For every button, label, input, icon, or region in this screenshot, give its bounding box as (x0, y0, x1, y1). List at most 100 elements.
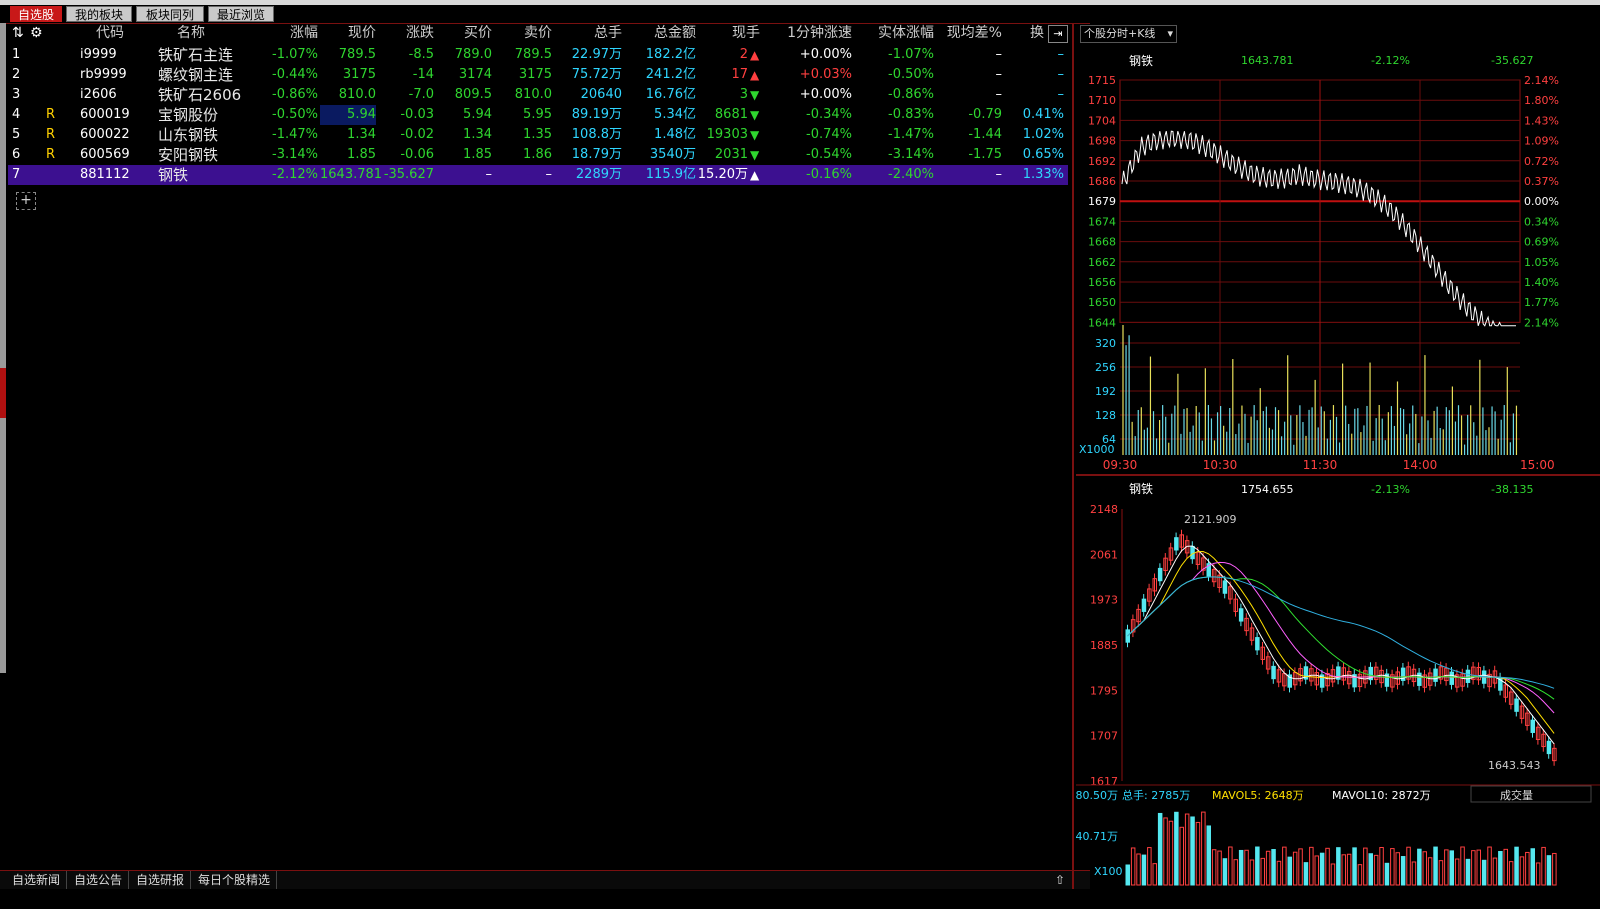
price-tick-right: 1.77% (1524, 296, 1559, 309)
tab-zixuan[interactable]: 自选股 (10, 6, 62, 22)
table-row[interactable]: 2 rb9999 螺纹钢主连 -0.44% 3175 -14 3174 3175 75.72万 2… (8, 65, 1068, 85)
kvol-bar (1179, 826, 1184, 886)
price-tick-right: 0.37% (1524, 175, 1559, 188)
expand-icon[interactable]: ⇥ (1048, 25, 1068, 43)
kvol-bar (1368, 853, 1373, 886)
kvol-bar (1422, 851, 1427, 886)
kline-name: 钢铁 (1129, 482, 1153, 496)
col-chg[interactable]: 涨跌 (378, 23, 434, 43)
row-cur: 17 (731, 67, 748, 82)
row-bid: 3174 (458, 67, 492, 82)
time-tick: 15:00 (1520, 458, 1555, 472)
price-tick-left: 1692 (1088, 155, 1116, 168)
kvol-bar (1136, 853, 1141, 886)
sort-icon[interactable]: ⇅ (12, 23, 28, 43)
kvol-bar (1525, 851, 1530, 886)
col-code[interactable]: 代码 (80, 23, 140, 43)
pane-divider[interactable] (1072, 23, 1074, 889)
candle (1190, 545, 1195, 560)
col-chg-pct[interactable]: 涨幅 (258, 23, 318, 43)
tab-daily-picks[interactable]: 每日个股精选 (192, 871, 278, 889)
col-speed[interactable]: 1分钟涨速 (762, 23, 852, 43)
collapse-up-icon[interactable]: ⇧ (1052, 872, 1068, 888)
kvol-bar (1271, 849, 1276, 886)
row-vol: 18.79万 (571, 147, 622, 162)
row-index: 7 (12, 167, 21, 182)
intraday-price: 1643.781 (1241, 54, 1294, 67)
price-tick-left: 1662 (1088, 256, 1116, 269)
row-turn: 1.02% (1022, 127, 1064, 142)
kline-tick: 2148 (1090, 503, 1118, 516)
col-avgdiff[interactable]: 现均差% (936, 23, 1002, 43)
row-speed: +0.00% (799, 47, 852, 62)
tab-news[interactable]: 自选新闻 (6, 871, 68, 889)
kvol-bar (1503, 848, 1508, 886)
tab-recent[interactable]: 最近浏览 (208, 6, 274, 22)
row-price: 810.0 (338, 87, 376, 102)
row-body: -1.07% (888, 47, 934, 62)
gear-icon[interactable]: ⚙ (30, 23, 48, 43)
price-tick-left: 1656 (1088, 276, 1116, 289)
left-sidebar[interactable] (0, 23, 6, 673)
row-chg: -7.0 (408, 87, 434, 102)
kvol-bar (1163, 817, 1168, 886)
table-row[interactable]: 1 i9999 铁矿石主连 -1.07% 789.5 -8.5 789.0 789.5 22.9… (8, 45, 1068, 65)
col-cur[interactable]: 现手 (698, 23, 760, 43)
price-tick-left: 1674 (1088, 215, 1116, 228)
col-bid[interactable]: 买价 (436, 23, 492, 43)
candle (1546, 740, 1552, 755)
row-code: i9999 (80, 47, 117, 62)
col-vol[interactable]: 总手 (554, 23, 622, 43)
tab-research[interactable]: 自选研报 (130, 871, 192, 889)
col-ask[interactable]: 卖价 (494, 23, 552, 43)
chart-canvas[interactable]: 钢铁 1643.781 -2.12% -35.627 1715 2.14% 1710 1.80… (1076, 23, 1600, 909)
price-tick-right: 2.14% (1524, 316, 1559, 329)
kvol-bar (1541, 846, 1546, 886)
table-row[interactable]: 7 881112 钢铁 -2.12% 1643.781 -35.627– –2289万 115… (8, 165, 1068, 185)
row-avgdiff: – (995, 47, 1003, 62)
row-vol: 75.72万 (571, 67, 622, 82)
time-tick: 11:30 (1303, 458, 1338, 472)
col-turn[interactable]: 换 (1008, 23, 1044, 43)
add-stock-button[interactable]: + (16, 192, 36, 210)
row-flag: R (46, 107, 56, 122)
left-sidebar-active[interactable] (0, 368, 6, 418)
kvol-bar (1508, 861, 1514, 886)
row-index: 6 (12, 147, 21, 162)
table-row[interactable]: 5 R 600022 山东钢铁 -1.47% 1.34 -0.02 1.34 1.35 108.8… (8, 125, 1068, 145)
row-flag (46, 85, 60, 105)
row-bid: 1.85 (463, 147, 492, 162)
kvol-bar (1157, 812, 1163, 886)
row-speed: -0.34% (806, 107, 852, 122)
row-ask: 1.35 (523, 127, 552, 142)
row-index: 2 (12, 67, 21, 82)
col-body[interactable]: 实体涨幅 (854, 23, 934, 43)
kvol-bar (1390, 848, 1395, 886)
price-tick-left: 1704 (1088, 114, 1116, 127)
price-tick-left: 1650 (1088, 296, 1116, 309)
kvol-bar (1400, 856, 1406, 886)
col-amount[interactable]: 总金额 (624, 23, 696, 43)
kvol-bar (1471, 850, 1476, 886)
tab-block-peers[interactable]: 板块同列 (136, 6, 204, 22)
row-speed: -0.16% (806, 167, 852, 182)
tab-announcements[interactable]: 自选公告 (68, 871, 130, 889)
time-tick: 10:30 (1203, 458, 1238, 472)
table-row[interactable]: 6 R 600569 安阳钢铁 -3.14% 1.85 -0.06 1.85 1.86 18.79… (8, 145, 1068, 165)
ma-line (1127, 576, 1555, 700)
row-cur: 2031 (714, 147, 748, 162)
table-row[interactable]: 4 R 600019 宝钢股份 -0.50% 5.94 -0.03 5.94 5.95 89.19… (8, 105, 1068, 125)
col-price[interactable]: 现价 (320, 23, 376, 43)
row-price: 5.94 (320, 105, 376, 125)
table-row[interactable]: 3 i2606 铁矿石2606 -0.86% 810.0 -7.0 809.5 810.0 20… (8, 85, 1068, 105)
kvol-bar (1535, 862, 1541, 886)
vol-unit-label: X1000 (1079, 443, 1115, 456)
kvol-bar (1314, 855, 1319, 886)
tab-my-blocks[interactable]: 我的板块 (66, 6, 132, 22)
row-name: 螺纹钢主连 (158, 66, 234, 84)
col-name[interactable]: 名称 (158, 23, 224, 43)
row-ask: – (545, 167, 553, 182)
row-price: 1.85 (347, 147, 376, 162)
kvol-bar (1303, 862, 1309, 886)
row-chg: -0.06 (400, 147, 434, 162)
